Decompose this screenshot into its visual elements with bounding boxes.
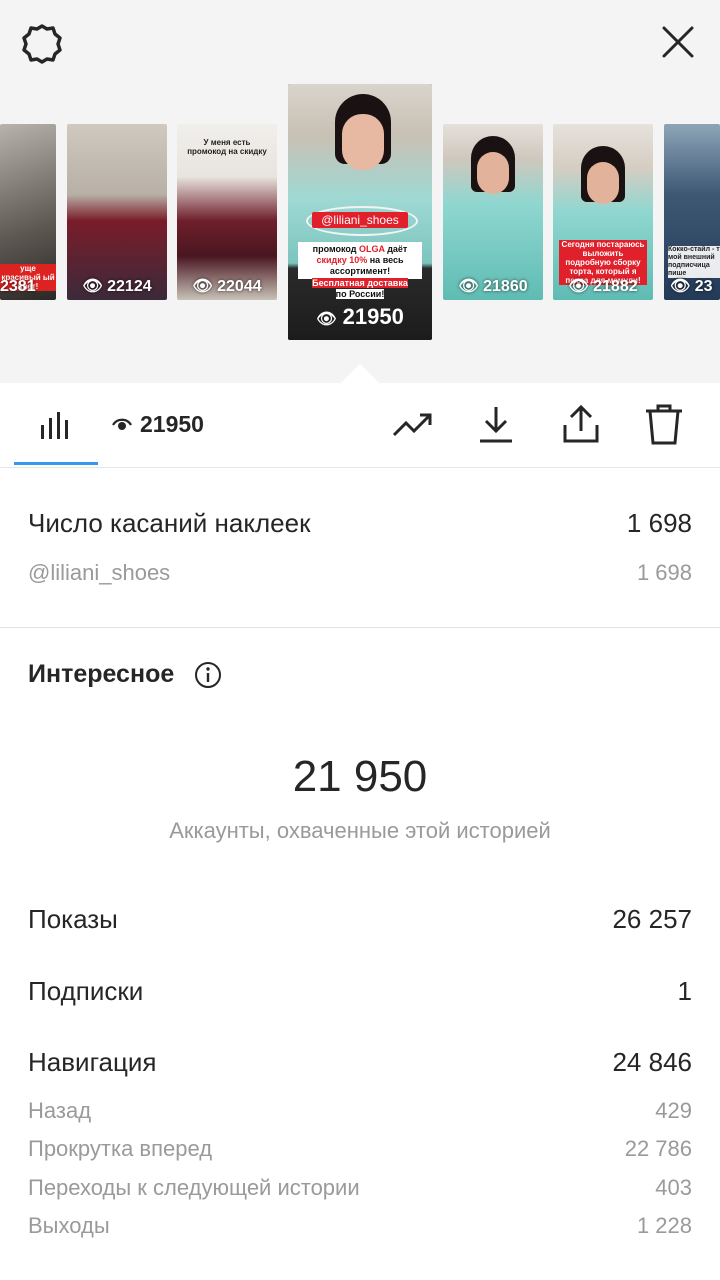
share-icon[interactable] xyxy=(561,403,601,450)
eye-icon: 👁 xyxy=(568,278,589,295)
story-view-count: 22124 xyxy=(107,278,152,295)
story-caption: Кокко-стайл - т мой внешний подписчица п… xyxy=(668,246,720,278)
eye-icon: 👁 xyxy=(316,311,337,328)
section-title: Интересное xyxy=(28,660,175,688)
impressions-value: 26 257 xyxy=(612,904,692,934)
delivery-line-1: Бесплатная доставка xyxy=(312,278,408,288)
close-icon[interactable] xyxy=(656,20,700,64)
story-view-count: 21950 xyxy=(342,304,404,329)
navigation-subrow: Переходы к следующей истории 403 xyxy=(28,1175,692,1201)
eye-icon: 👁 xyxy=(192,278,213,295)
navigation-row: Навигация 24 846 xyxy=(28,1047,692,1078)
impressions-row: Показы 26 257 xyxy=(28,904,692,935)
story-toolbar: 21950 xyxy=(0,383,720,468)
sticker-item-row: @liliani_shoes 1 698 xyxy=(28,560,692,586)
sticker-item-value: 1 698 xyxy=(636,560,692,585)
navigation-label: Навигация xyxy=(28,1047,157,1077)
selected-story-thumbnail[interactable]: @liliani_shoes промокод OLGA даёт скидку… xyxy=(288,84,432,340)
follows-row: Подписки 1 xyxy=(28,976,692,1007)
discovery-header: Интересное xyxy=(28,660,222,689)
story-thumbnail[interactable]: Сегодня постараюсь выложить подробную сб… xyxy=(553,124,653,300)
promo-discount: скидку 10% xyxy=(316,255,368,265)
nav-forward-label: Прокрутка вперед xyxy=(28,1136,213,1161)
eye-icon: 👁 xyxy=(82,278,103,295)
bar-chart-icon[interactable] xyxy=(40,409,72,446)
gear-icon[interactable] xyxy=(18,20,66,68)
face-shape xyxy=(587,162,619,204)
navigation-subrow: Назад 429 xyxy=(28,1098,692,1124)
navigation-value: 24 846 xyxy=(612,1047,692,1077)
story-thumbnail[interactable]: У меня есть промокод на скидку 👁 22044 xyxy=(177,124,277,300)
promo-mid: даёт xyxy=(387,244,408,254)
promo-text: промокод OLGA даёт скидку 10% на весь ас… xyxy=(298,242,422,279)
nav-exits-label: Выходы xyxy=(28,1213,110,1238)
delivery-line-2: по России! xyxy=(335,289,385,299)
view-count: 21950 xyxy=(140,411,204,437)
nav-next-story-label: Переходы к следующей истории xyxy=(28,1175,360,1200)
trash-icon[interactable] xyxy=(644,403,684,452)
follows-label: Подписки xyxy=(28,976,144,1006)
face-shape xyxy=(342,114,384,170)
story-caption: У меня есть промокод на скидку xyxy=(187,138,267,156)
nav-forward-value: 22 786 xyxy=(624,1136,692,1161)
download-icon[interactable] xyxy=(478,405,514,450)
nav-next-story-value: 403 xyxy=(655,1175,692,1200)
delivery-text: Бесплатная доставка по России! xyxy=(306,278,414,300)
story-view-count: 2381 xyxy=(0,278,36,295)
selected-pointer xyxy=(341,364,379,383)
story-thumbnail[interactable]: Кокко-стайл - т мой внешний подписчица п… xyxy=(664,124,720,300)
active-tab-indicator xyxy=(14,462,98,465)
section-divider xyxy=(0,627,720,628)
follows-value: 1 xyxy=(677,976,692,1006)
reach-label: Аккаунты, охваченные этой историей xyxy=(169,818,551,843)
eye-icon: 👁 xyxy=(458,278,479,295)
info-icon[interactable] xyxy=(194,661,222,689)
navigation-subrow: Прокрутка вперед 22 786 xyxy=(28,1136,692,1162)
eye-icon xyxy=(112,418,132,430)
sticker-item-label: @liliani_shoes xyxy=(28,560,171,585)
nav-back-label: Назад xyxy=(28,1098,92,1123)
sticker-taps-row: Число касаний наклеек 1 698 xyxy=(28,508,692,539)
story-view-count: 22044 xyxy=(217,278,262,295)
story-thumbnail[interactable]: 👁 21860 xyxy=(443,124,543,300)
story-view-count: 21860 xyxy=(483,278,528,295)
face-shape xyxy=(477,152,509,194)
promo-pre: промокод xyxy=(312,244,357,254)
nav-back-value: 429 xyxy=(655,1098,692,1123)
promo-code: OLGA xyxy=(359,244,385,254)
story-thumbnail[interactable]: уще красивый ый цвет! 2381 xyxy=(0,124,56,300)
impressions-label: Показы xyxy=(28,904,118,934)
story-view-count: 23 xyxy=(694,278,713,295)
reach-value: 21 950 xyxy=(292,752,428,801)
nav-exits-value: 1 228 xyxy=(636,1213,692,1238)
view-count-tab[interactable]: 21950 xyxy=(112,411,204,438)
trending-icon[interactable] xyxy=(392,409,434,446)
sticker-tag[interactable]: @liliani_shoes xyxy=(312,212,408,228)
sticker-taps-value: 1 698 xyxy=(626,508,692,538)
story-thumbnail[interactable]: 👁 22124 xyxy=(67,124,167,300)
navigation-subrow: Выходы 1 228 xyxy=(28,1213,692,1239)
sticker-taps-label: Число касаний наклеек xyxy=(28,508,311,538)
story-view-count: 21882 xyxy=(593,278,638,295)
eye-icon: 👁 xyxy=(670,278,691,295)
